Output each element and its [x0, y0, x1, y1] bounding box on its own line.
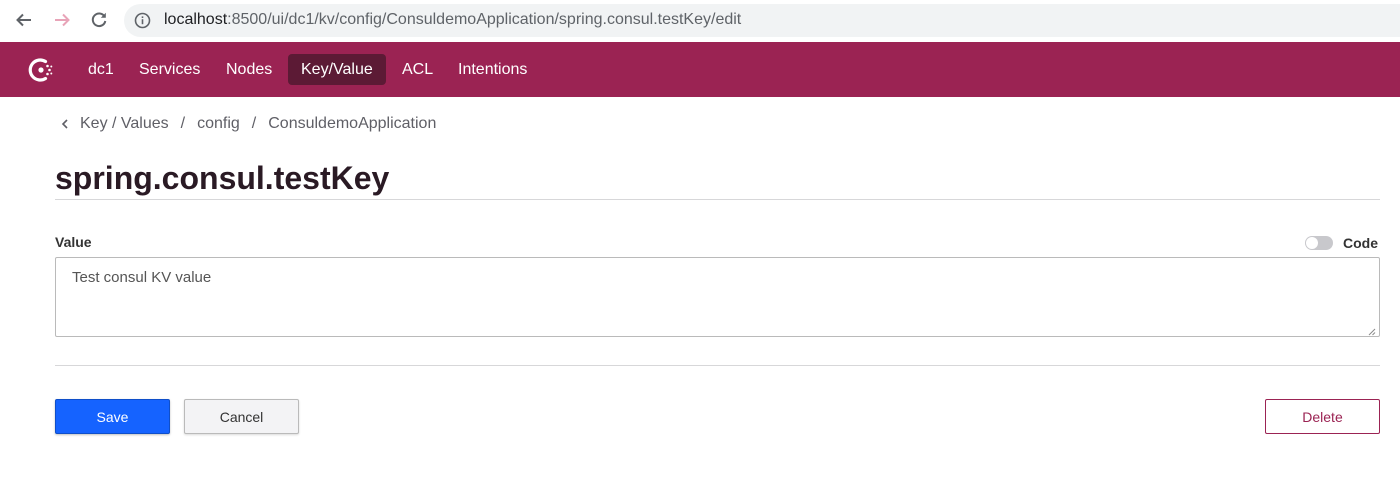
nav-key-value[interactable]: Key/Value [288, 54, 386, 85]
cancel-button[interactable]: Cancel [184, 399, 299, 434]
page-title: spring.consul.testKey [55, 160, 390, 196]
breadcrumb: Key / Values / config / ConsuldemoApplic… [60, 113, 436, 135]
url-path: :8500/ui/dc1/kv/config/ConsuldemoApplica… [227, 11, 742, 28]
url-text[interactable]: localhost:8500/ui/dc1/kv/config/Consulde… [164, 11, 741, 29]
form-divider [55, 365, 1380, 366]
delete-button[interactable]: Delete [1265, 399, 1380, 434]
url-host: localhost [164, 11, 228, 28]
reload-icon[interactable] [87, 8, 111, 32]
nav-services[interactable]: Services [126, 54, 213, 85]
app-header: dc1 Services Nodes Key/Value ACL Intenti… [0, 42, 1400, 97]
consul-logo-icon[interactable] [26, 55, 56, 85]
address-bar[interactable]: localhost:8500/ui/dc1/kv/config/Consulde… [124, 4, 1400, 37]
browser-toolbar: localhost:8500/ui/dc1/kv/config/Consulde… [0, 0, 1400, 42]
toggle-track[interactable] [1305, 236, 1333, 250]
breadcrumb-application[interactable]: ConsuldemoApplication [268, 115, 436, 133]
breadcrumb-separator: / [180, 115, 186, 132]
toggle-knob [1306, 237, 1318, 249]
value-textarea[interactable]: Test consul KV value [55, 257, 1380, 337]
nav-nodes[interactable]: Nodes [213, 54, 285, 85]
breadcrumb-config[interactable]: config [197, 115, 240, 133]
nav-intentions[interactable]: Intentions [445, 54, 540, 85]
save-button[interactable]: Save [55, 399, 170, 434]
info-icon[interactable] [134, 12, 151, 29]
resize-grip-icon[interactable] [1366, 323, 1376, 336]
datacenter-selector[interactable]: dc1 [75, 54, 127, 85]
forward-arrow-icon[interactable] [50, 8, 74, 32]
back-arrow-icon[interactable] [12, 8, 36, 32]
nav-acl[interactable]: ACL [389, 54, 446, 85]
value-label: Value [55, 234, 92, 250]
code-toggle-label[interactable]: Code [1343, 235, 1378, 251]
code-toggle[interactable] [1305, 236, 1333, 250]
chevron-left-icon[interactable] [60, 117, 70, 131]
breadcrumb-key-values[interactable]: Key / Values [80, 115, 169, 133]
title-divider [55, 199, 1380, 200]
breadcrumb-separator: / [251, 115, 257, 132]
